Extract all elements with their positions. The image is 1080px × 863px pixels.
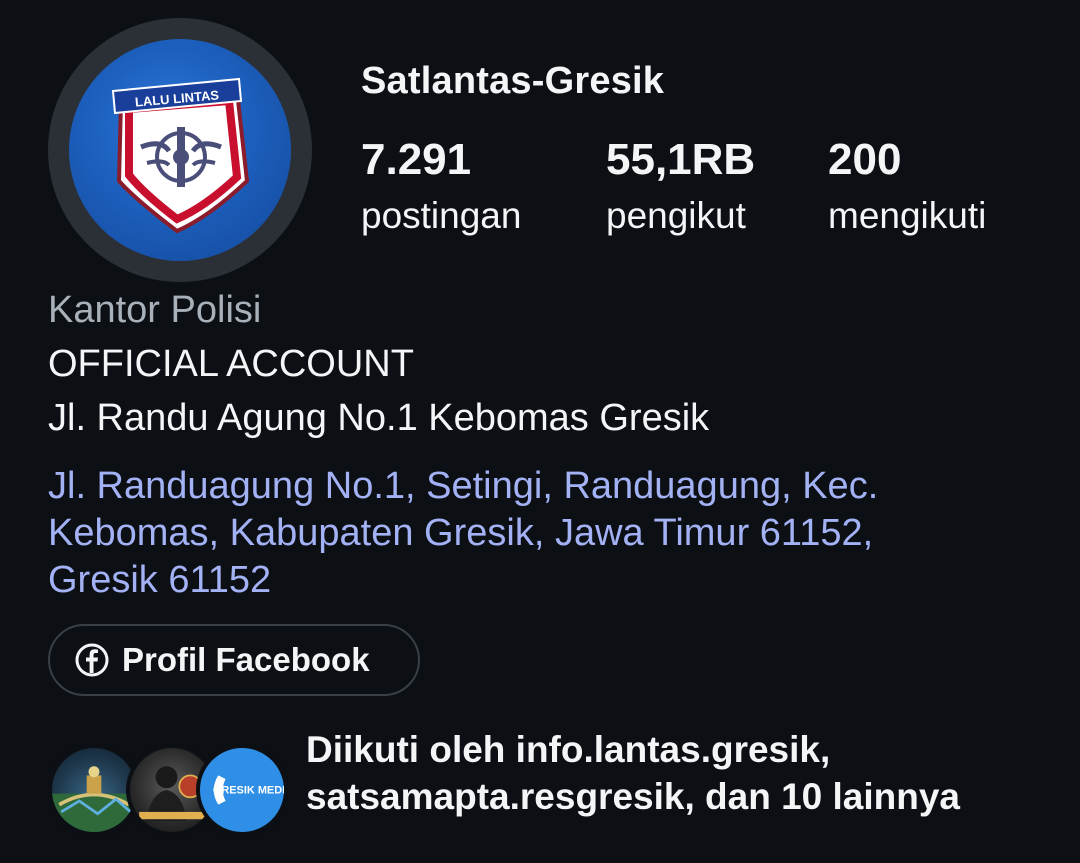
stat-followers-label: pengikut — [606, 195, 746, 236]
bio-line: Jl. Randu Agung No.1 Kebomas Gresik — [48, 397, 710, 439]
profile-avatar[interactable]: LALU LINTAS — [48, 18, 312, 282]
mutual-followers-avatars[interactable]: GRESIK MEDIA — [48, 744, 288, 836]
gresik-media-logo-text: GRESIK MEDIA — [213, 785, 284, 797]
address-link[interactable]: Jl. Randuagung No.1, Setingi, Randuagung… — [48, 463, 988, 604]
stat-following[interactable]: 200 mengikuti — [828, 138, 986, 236]
profile-page: LALU LINTAS Satlantas-Gresik 7.291 posti… — [0, 0, 1080, 863]
stat-posts-value: 7.291 — [361, 135, 472, 184]
stat-following-label: mengikuti — [828, 195, 987, 236]
profile-bio: Kantor Polisi OFFICIAL ACCOUNT Jl. Randu… — [48, 288, 1048, 604]
profile-category: Kantor Polisi — [48, 289, 262, 331]
stat-posts[interactable]: 7.291 postingan — [361, 138, 521, 236]
lalu-lintas-logo: LALU LINTAS — [69, 39, 291, 261]
profile-username: Satlantas-Gresik — [361, 60, 665, 102]
facebook-button-label: Profil Facebook — [122, 641, 370, 678]
followed-by-text[interactable]: Diikuti oleh info.lantas.gresik, satsama… — [306, 726, 1046, 820]
facebook-icon — [75, 643, 109, 677]
stat-following-value: 200 — [828, 135, 902, 184]
mutual-avatar-3: GRESIK MEDIA — [196, 744, 288, 836]
stat-followers-value: 55,1RB — [606, 135, 756, 184]
stat-posts-label: postingan — [361, 195, 522, 236]
facebook-profile-button[interactable]: Profil Facebook — [48, 624, 420, 696]
bio-line: OFFICIAL ACCOUNT — [48, 343, 414, 385]
stat-followers[interactable]: 55,1RB pengikut — [606, 138, 755, 236]
